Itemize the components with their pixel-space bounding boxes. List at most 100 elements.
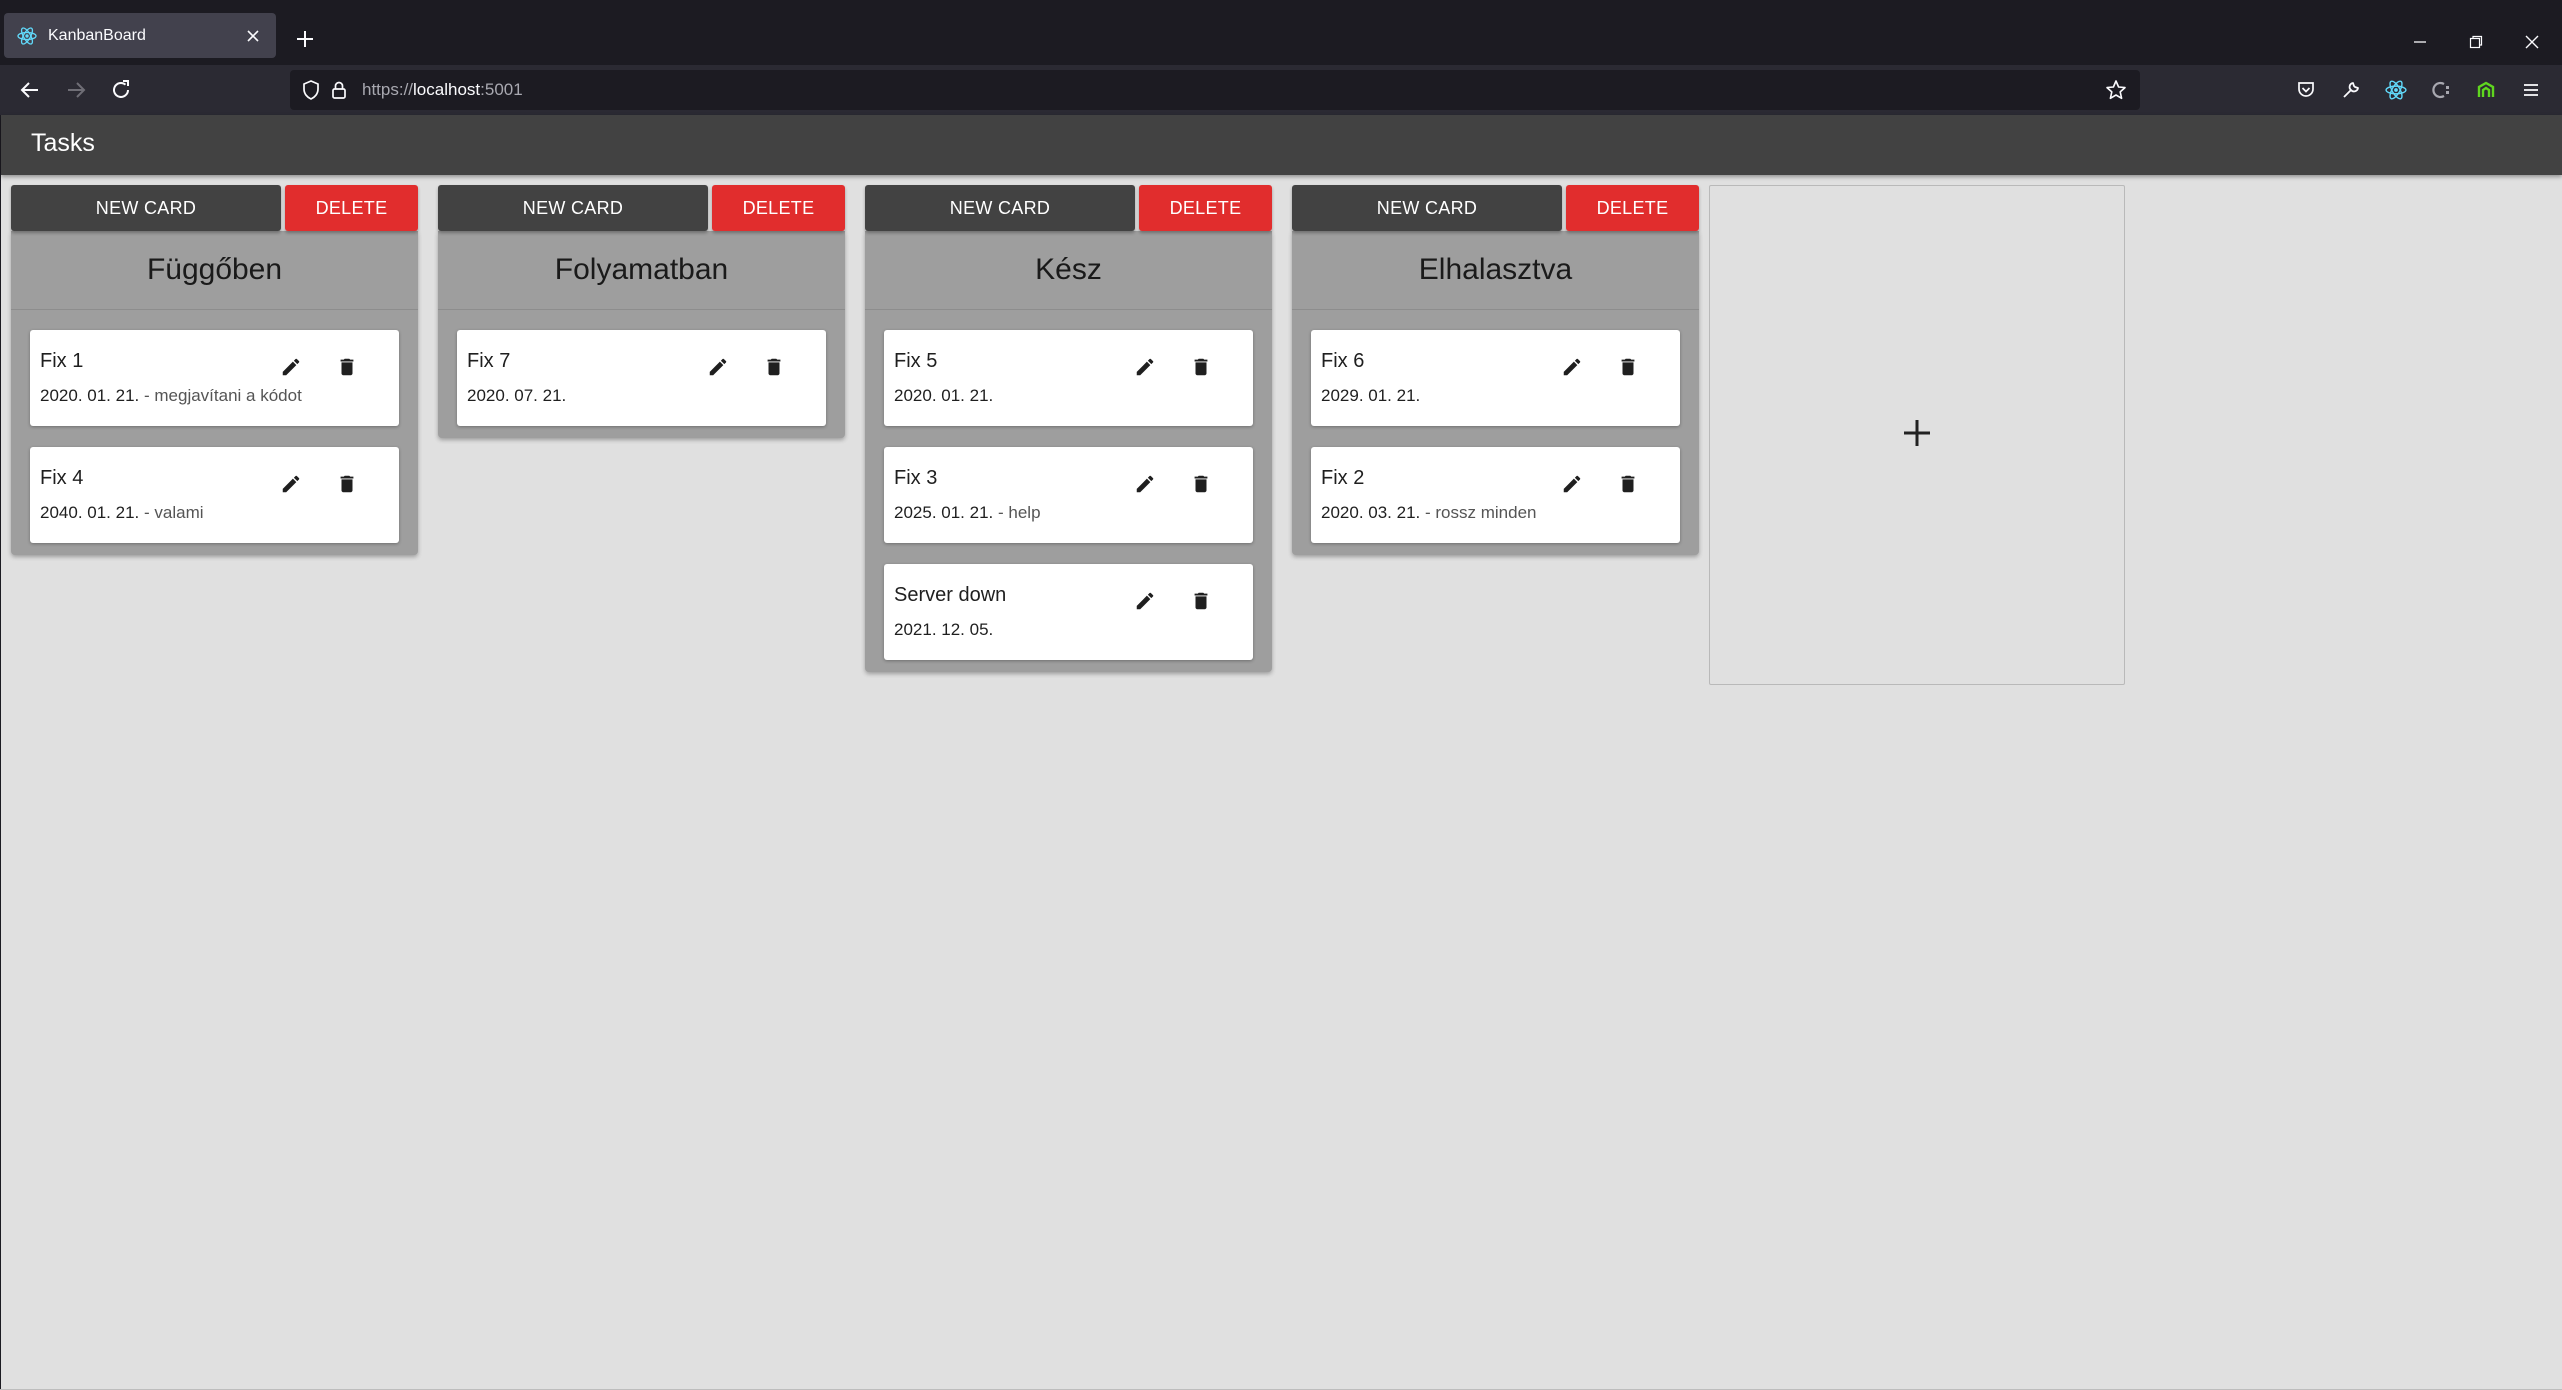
new-tab-icon[interactable]: [288, 22, 322, 56]
extension-green-icon[interactable]: [2469, 73, 2503, 107]
card-subtitle: 2021. 12. 05.: [894, 620, 993, 640]
bookmark-star-icon[interactable]: [2102, 76, 2130, 104]
card-subtitle: 2020. 03. 21. - rossz minden: [1321, 503, 1536, 523]
app-bar: Tasks: [1, 115, 2562, 175]
card-description: - help: [998, 503, 1041, 522]
kanban-column: NEW CARD DELETE Függőben Fix 1 2020. 01.…: [11, 185, 418, 555]
pocket-icon[interactable]: [2289, 73, 2323, 107]
react-icon: [16, 25, 38, 47]
kanban-column: NEW CARD DELETE Folyamatban Fix 7 2020. …: [438, 185, 845, 438]
kanban-column: NEW CARD DELETE Elhalasztva Fix 6 2029. …: [1292, 185, 1699, 555]
card-date: 2020. 03. 21.: [1321, 503, 1421, 522]
close-window-icon[interactable]: [2512, 22, 2552, 62]
delete-column-button[interactable]: DELETE: [285, 185, 418, 231]
task-card[interactable]: Fix 5 2020. 01. 21.: [884, 330, 1253, 426]
card-description: - rossz minden: [1425, 503, 1537, 522]
back-arrow-icon[interactable]: [13, 73, 47, 107]
task-card[interactable]: Fix 7 2020. 07. 21.: [457, 330, 826, 426]
pencil-icon[interactable]: [274, 350, 308, 384]
card-date: 2021. 12. 05.: [894, 620, 994, 639]
page-viewport: Tasks NEW CARD DELETE Függőben Fix 1 202…: [1, 115, 2562, 1390]
trash-icon[interactable]: [1611, 467, 1645, 501]
pencil-icon[interactable]: [701, 350, 735, 384]
forward-arrow-icon[interactable]: [59, 73, 93, 107]
new-card-button[interactable]: NEW CARD: [1292, 185, 1562, 231]
column-actions: NEW CARD DELETE: [438, 185, 845, 231]
card-title: Fix 6: [1321, 350, 1365, 372]
card-date: 2020. 01. 21.: [894, 386, 994, 405]
lock-icon[interactable]: [326, 77, 352, 103]
card-subtitle: 2020. 01. 21.: [894, 386, 993, 406]
pencil-icon[interactable]: [274, 467, 308, 501]
tracking-shield-icon[interactable]: [298, 77, 324, 103]
task-card[interactable]: Fix 4 2040. 01. 21. - valami: [30, 447, 399, 543]
browser-toolbar: https://localhost:5001: [0, 65, 2562, 115]
page-title: Tasks: [31, 129, 95, 157]
card-list: Fix 6 2029. 01. 21. Fix 2 2020. 03. 21. …: [1292, 310, 1699, 543]
card-title: Fix 1: [40, 350, 84, 372]
delete-column-button[interactable]: DELETE: [1139, 185, 1272, 231]
trash-icon[interactable]: [330, 467, 364, 501]
restore-window-icon[interactable]: [2456, 22, 2496, 62]
browser-tab[interactable]: KanbanBoard: [4, 13, 276, 58]
card-title: Fix 5: [894, 350, 938, 372]
plus-icon: [1901, 417, 1933, 454]
column-panel: Kész Fix 5 2020. 01. 21. Fix 3 2025. 01.…: [865, 231, 1272, 672]
add-column-button[interactable]: [1709, 185, 2125, 685]
new-card-button[interactable]: NEW CARD: [11, 185, 281, 231]
new-card-button[interactable]: NEW CARD: [438, 185, 708, 231]
new-card-button[interactable]: NEW CARD: [865, 185, 1135, 231]
extension-c-icon[interactable]: [2424, 73, 2458, 107]
card-date: 2040. 01. 21.: [40, 503, 140, 522]
column-title: Függőben: [11, 231, 418, 310]
trash-icon[interactable]: [757, 350, 791, 384]
react-devtools-icon[interactable]: [2379, 73, 2413, 107]
url-scheme: https://: [362, 80, 414, 99]
trash-icon[interactable]: [1184, 350, 1218, 384]
task-card[interactable]: Fix 2 2020. 03. 21. - rossz minden: [1311, 447, 1680, 543]
column-actions: NEW CARD DELETE: [1292, 185, 1699, 231]
pencil-icon[interactable]: [1555, 350, 1589, 384]
card-list: Fix 1 2020. 01. 21. - megjavítani a kódo…: [11, 310, 418, 543]
task-card[interactable]: Server down 2021. 12. 05.: [884, 564, 1253, 660]
card-date: 2020. 07. 21.: [467, 386, 567, 405]
trash-icon[interactable]: [1611, 350, 1645, 384]
pencil-icon[interactable]: [1128, 467, 1162, 501]
card-subtitle: 2025. 01. 21. - help: [894, 503, 1041, 523]
column-panel: Függőben Fix 1 2020. 01. 21. - megjavíta…: [11, 231, 418, 555]
card-title: Fix 2: [1321, 467, 1365, 489]
pencil-icon[interactable]: [1555, 467, 1589, 501]
task-card[interactable]: Fix 1 2020. 01. 21. - megjavítani a kódo…: [30, 330, 399, 426]
column-actions: NEW CARD DELETE: [865, 185, 1272, 231]
trash-icon[interactable]: [1184, 467, 1218, 501]
hamburger-menu-icon[interactable]: [2514, 73, 2548, 107]
card-subtitle: 2040. 01. 21. - valami: [40, 503, 204, 523]
reload-icon[interactable]: [104, 73, 138, 107]
delete-column-button[interactable]: DELETE: [1566, 185, 1699, 231]
close-tab-icon[interactable]: [236, 19, 270, 53]
card-title: Fix 4: [40, 467, 84, 489]
kanban-column: NEW CARD DELETE Kész Fix 5 2020. 01. 21.…: [865, 185, 1272, 672]
card-date: 2020. 01. 21.: [40, 386, 140, 405]
card-list: Fix 7 2020. 07. 21.: [438, 310, 845, 426]
column-panel: Elhalasztva Fix 6 2029. 01. 21. Fix 2 20…: [1292, 231, 1699, 555]
card-subtitle: 2020. 07. 21.: [467, 386, 566, 406]
url-bar[interactable]: https://localhost:5001: [290, 70, 2140, 110]
task-card[interactable]: Fix 6 2029. 01. 21.: [1311, 330, 1680, 426]
column-title: Elhalasztva: [1292, 231, 1699, 310]
trash-icon[interactable]: [330, 350, 364, 384]
pencil-icon[interactable]: [1128, 584, 1162, 618]
delete-column-button[interactable]: DELETE: [712, 185, 845, 231]
pencil-icon[interactable]: [1128, 350, 1162, 384]
wrench-icon[interactable]: [2334, 73, 2368, 107]
browser-tab-strip: KanbanBoard: [0, 8, 2562, 65]
minimize-window-icon[interactable]: [2400, 22, 2440, 62]
card-title: Fix 7: [467, 350, 511, 372]
task-card[interactable]: Fix 3 2025. 01. 21. - help: [884, 447, 1253, 543]
trash-icon[interactable]: [1184, 584, 1218, 618]
card-subtitle: 2020. 01. 21. - megjavítani a kódot: [40, 386, 302, 406]
card-title: Fix 3: [894, 467, 938, 489]
card-title: Server down: [894, 584, 1007, 606]
column-title: Folyamatban: [438, 231, 845, 310]
card-description: - valami: [144, 503, 204, 522]
